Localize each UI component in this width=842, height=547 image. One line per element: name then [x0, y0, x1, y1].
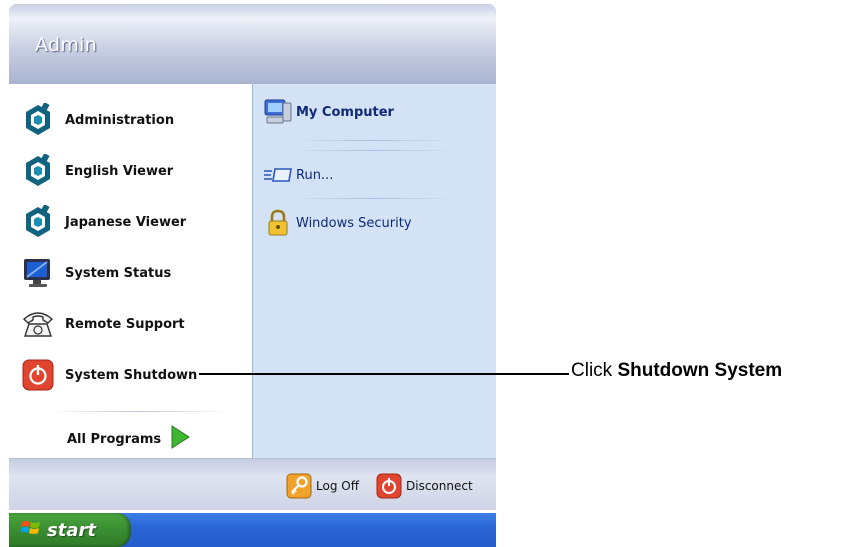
separator	[293, 140, 453, 141]
all-programs-button[interactable]: All Programs	[67, 424, 191, 454]
callout-prefix: Click	[571, 360, 618, 381]
windows-logo-icon	[20, 519, 41, 541]
menu-item-run[interactable]: Run...	[263, 160, 489, 190]
disconnect-label: Disconnect	[406, 479, 473, 493]
hexagon-app-icon	[19, 101, 57, 139]
separator	[49, 411, 229, 412]
user-name: Admin	[35, 34, 98, 56]
key-icon	[286, 473, 312, 499]
start-menu-footer: Log Off Disconnect	[9, 458, 496, 510]
menu-item-administration[interactable]: Administration	[19, 98, 247, 142]
log-off-label: Log Off	[316, 479, 359, 493]
hexagon-app-icon	[19, 203, 57, 241]
menu-item-label: System Shutdown	[65, 367, 198, 383]
start-label: start	[47, 519, 96, 541]
callout-line	[199, 373, 569, 375]
menu-item-windows-security[interactable]: Windows Security	[263, 208, 489, 238]
separator	[293, 150, 453, 151]
menu-item-label: Japanese Viewer	[65, 214, 187, 230]
callout-emphasis: Shutdown System	[617, 360, 783, 381]
right-pane: My Computer Run... Windows Security	[252, 84, 496, 458]
start-menu: Admin Administration English Viewer Japa…	[9, 4, 496, 510]
disconnect-button[interactable]: Disconnect	[376, 471, 473, 501]
run-icon	[263, 160, 293, 190]
menu-item-label: System Status	[65, 265, 172, 281]
menu-item-system-status[interactable]: System Status	[19, 251, 247, 295]
menu-item-label: Windows Security	[296, 215, 412, 231]
padlock-icon	[263, 208, 293, 238]
left-pane: Administration English Viewer Japanese V…	[9, 84, 252, 458]
menu-item-label: English Viewer	[65, 163, 174, 179]
start-button[interactable]: start	[9, 513, 131, 547]
menu-item-label: My Computer	[296, 104, 394, 120]
menu-item-label: Administration	[65, 112, 175, 128]
power-icon	[19, 356, 57, 394]
menu-item-system-shutdown[interactable]: System Shutdown	[19, 353, 247, 397]
menu-item-label: Run...	[296, 167, 334, 183]
menu-item-english-viewer[interactable]: English Viewer	[19, 149, 247, 193]
hexagon-app-icon	[19, 152, 57, 190]
callout-text: Click Shutdown System	[571, 360, 782, 382]
menu-item-my-computer[interactable]: My Computer	[263, 97, 489, 127]
my-computer-icon	[263, 97, 293, 127]
menu-item-japanese-viewer[interactable]: Japanese Viewer	[19, 200, 247, 244]
log-off-button[interactable]: Log Off	[286, 471, 359, 501]
power-icon	[376, 473, 402, 499]
all-programs-label: All Programs	[67, 431, 162, 447]
telephone-icon	[19, 305, 57, 343]
menu-item-label: Remote Support	[65, 316, 185, 332]
start-menu-header: Admin	[9, 4, 496, 85]
monitor-icon	[19, 254, 57, 292]
separator	[293, 198, 453, 199]
menu-item-remote-support[interactable]: Remote Support	[19, 302, 247, 346]
green-arrow-icon	[169, 424, 191, 454]
